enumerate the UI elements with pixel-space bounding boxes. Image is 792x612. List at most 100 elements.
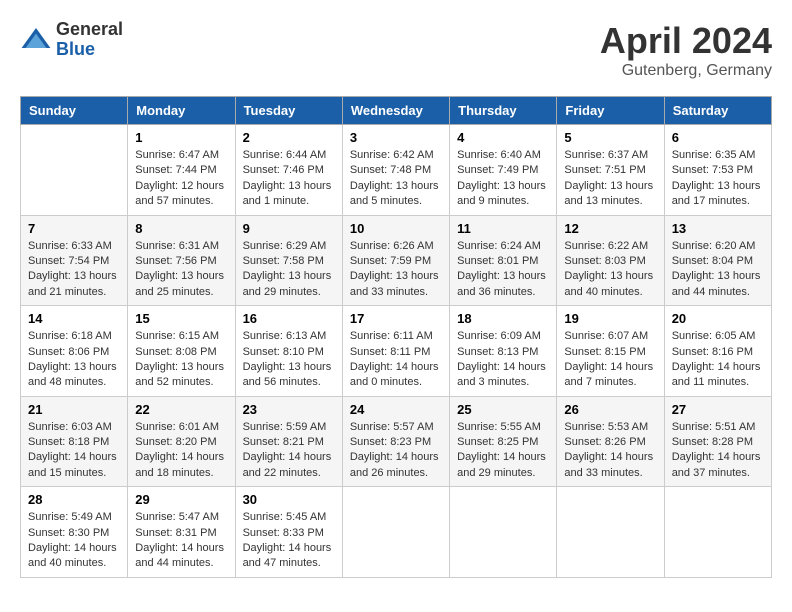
sunset-text: Sunset: 8:20 PM <box>135 435 227 450</box>
day-number: 3 <box>350 130 442 145</box>
calendar-cell <box>557 487 664 578</box>
day-info: Sunrise: 6:33 AM Sunset: 7:54 PM Dayligh… <box>28 239 120 301</box>
day-info: Sunrise: 6:22 AM Sunset: 8:03 PM Dayligh… <box>564 239 656 301</box>
sunset-text: Sunset: 7:51 PM <box>564 163 656 178</box>
calendar-cell: 6 Sunrise: 6:35 AM Sunset: 7:53 PM Dayli… <box>664 125 771 216</box>
calendar-cell <box>21 125 128 216</box>
daylight-text: Daylight: 13 hours and 21 minutes. <box>28 269 120 300</box>
daylight-text: Daylight: 13 hours and 13 minutes. <box>564 179 656 210</box>
day-info: Sunrise: 5:55 AM Sunset: 8:25 PM Dayligh… <box>457 420 549 482</box>
sunrise-text: Sunrise: 5:57 AM <box>350 420 442 435</box>
sunset-text: Sunset: 7:46 PM <box>243 163 335 178</box>
day-number: 12 <box>564 221 656 236</box>
sunset-text: Sunset: 7:53 PM <box>672 163 764 178</box>
calendar-week-row: 7 Sunrise: 6:33 AM Sunset: 7:54 PM Dayli… <box>21 215 772 306</box>
logo-blue: Blue <box>56 40 123 60</box>
daylight-text: Daylight: 13 hours and 1 minute. <box>243 179 335 210</box>
sunset-text: Sunset: 8:11 PM <box>350 345 442 360</box>
day-number: 4 <box>457 130 549 145</box>
sunset-text: Sunset: 8:16 PM <box>672 345 764 360</box>
daylight-text: Daylight: 14 hours and 0 minutes. <box>350 360 442 391</box>
calendar-body: 1 Sunrise: 6:47 AM Sunset: 7:44 PM Dayli… <box>21 125 772 578</box>
daylight-text: Daylight: 13 hours and 5 minutes. <box>350 179 442 210</box>
calendar-cell <box>342 487 449 578</box>
sunrise-text: Sunrise: 6:18 AM <box>28 329 120 344</box>
sunrise-text: Sunrise: 6:15 AM <box>135 329 227 344</box>
calendar-cell: 17 Sunrise: 6:11 AM Sunset: 8:11 PM Dayl… <box>342 306 449 397</box>
sunset-text: Sunset: 8:06 PM <box>28 345 120 360</box>
calendar-cell: 29 Sunrise: 5:47 AM Sunset: 8:31 PM Dayl… <box>128 487 235 578</box>
calendar-cell: 8 Sunrise: 6:31 AM Sunset: 7:56 PM Dayli… <box>128 215 235 306</box>
day-number: 28 <box>28 492 120 507</box>
day-number: 20 <box>672 311 764 326</box>
sunset-text: Sunset: 8:03 PM <box>564 254 656 269</box>
sunset-text: Sunset: 8:23 PM <box>350 435 442 450</box>
daylight-text: Daylight: 14 hours and 40 minutes. <box>28 541 120 572</box>
sunset-text: Sunset: 8:01 PM <box>457 254 549 269</box>
sunset-text: Sunset: 7:54 PM <box>28 254 120 269</box>
calendar-cell: 2 Sunrise: 6:44 AM Sunset: 7:46 PM Dayli… <box>235 125 342 216</box>
daylight-text: Daylight: 13 hours and 33 minutes. <box>350 269 442 300</box>
sunset-text: Sunset: 8:13 PM <box>457 345 549 360</box>
sunrise-text: Sunrise: 6:33 AM <box>28 239 120 254</box>
sunrise-text: Sunrise: 6:13 AM <box>243 329 335 344</box>
day-number: 13 <box>672 221 764 236</box>
day-info: Sunrise: 6:01 AM Sunset: 8:20 PM Dayligh… <box>135 420 227 482</box>
day-info: Sunrise: 6:29 AM Sunset: 7:58 PM Dayligh… <box>243 239 335 301</box>
day-number: 10 <box>350 221 442 236</box>
day-number: 21 <box>28 402 120 417</box>
sunset-text: Sunset: 8:33 PM <box>243 526 335 541</box>
day-info: Sunrise: 6:09 AM Sunset: 8:13 PM Dayligh… <box>457 329 549 391</box>
sunrise-text: Sunrise: 6:11 AM <box>350 329 442 344</box>
sunset-text: Sunset: 8:18 PM <box>28 435 120 450</box>
calendar-cell: 9 Sunrise: 6:29 AM Sunset: 7:58 PM Dayli… <box>235 215 342 306</box>
sunrise-text: Sunrise: 6:47 AM <box>135 148 227 163</box>
calendar-table: SundayMondayTuesdayWednesdayThursdayFrid… <box>20 96 772 578</box>
daylight-text: Daylight: 13 hours and 36 minutes. <box>457 269 549 300</box>
day-info: Sunrise: 6:24 AM Sunset: 8:01 PM Dayligh… <box>457 239 549 301</box>
sunrise-text: Sunrise: 6:40 AM <box>457 148 549 163</box>
calendar-cell: 13 Sunrise: 6:20 AM Sunset: 8:04 PM Dayl… <box>664 215 771 306</box>
calendar-cell: 10 Sunrise: 6:26 AM Sunset: 7:59 PM Dayl… <box>342 215 449 306</box>
sunrise-text: Sunrise: 5:45 AM <box>243 510 335 525</box>
day-number: 14 <box>28 311 120 326</box>
sunset-text: Sunset: 7:56 PM <box>135 254 227 269</box>
day-info: Sunrise: 6:03 AM Sunset: 8:18 PM Dayligh… <box>28 420 120 482</box>
calendar-cell: 24 Sunrise: 5:57 AM Sunset: 8:23 PM Dayl… <box>342 396 449 487</box>
sunset-text: Sunset: 7:48 PM <box>350 163 442 178</box>
day-number: 18 <box>457 311 549 326</box>
day-number: 2 <box>243 130 335 145</box>
day-number: 22 <box>135 402 227 417</box>
day-info: Sunrise: 6:40 AM Sunset: 7:49 PM Dayligh… <box>457 148 549 210</box>
title-block: April 2024 Gutenberg, Germany <box>600 20 772 80</box>
sunrise-text: Sunrise: 6:44 AM <box>243 148 335 163</box>
day-info: Sunrise: 5:49 AM Sunset: 8:30 PM Dayligh… <box>28 510 120 572</box>
day-number: 30 <box>243 492 335 507</box>
sunrise-text: Sunrise: 5:51 AM <box>672 420 764 435</box>
calendar-day-header: Monday <box>128 97 235 125</box>
day-number: 6 <box>672 130 764 145</box>
daylight-text: Daylight: 13 hours and 17 minutes. <box>672 179 764 210</box>
calendar-cell: 18 Sunrise: 6:09 AM Sunset: 8:13 PM Dayl… <box>450 306 557 397</box>
day-number: 15 <box>135 311 227 326</box>
sunrise-text: Sunrise: 6:37 AM <box>564 148 656 163</box>
day-info: Sunrise: 5:45 AM Sunset: 8:33 PM Dayligh… <box>243 510 335 572</box>
day-number: 27 <box>672 402 764 417</box>
daylight-text: Daylight: 13 hours and 44 minutes. <box>672 269 764 300</box>
calendar-day-header: Sunday <box>21 97 128 125</box>
day-info: Sunrise: 6:44 AM Sunset: 7:46 PM Dayligh… <box>243 148 335 210</box>
sunset-text: Sunset: 7:44 PM <box>135 163 227 178</box>
daylight-text: Daylight: 14 hours and 11 minutes. <box>672 360 764 391</box>
day-number: 29 <box>135 492 227 507</box>
calendar-day-header: Thursday <box>450 97 557 125</box>
day-info: Sunrise: 6:13 AM Sunset: 8:10 PM Dayligh… <box>243 329 335 391</box>
sunrise-text: Sunrise: 6:05 AM <box>672 329 764 344</box>
sunset-text: Sunset: 8:31 PM <box>135 526 227 541</box>
calendar-cell: 15 Sunrise: 6:15 AM Sunset: 8:08 PM Dayl… <box>128 306 235 397</box>
day-info: Sunrise: 6:05 AM Sunset: 8:16 PM Dayligh… <box>672 329 764 391</box>
daylight-text: Daylight: 13 hours and 25 minutes. <box>135 269 227 300</box>
calendar-cell: 14 Sunrise: 6:18 AM Sunset: 8:06 PM Dayl… <box>21 306 128 397</box>
daylight-text: Daylight: 13 hours and 56 minutes. <box>243 360 335 391</box>
daylight-text: Daylight: 14 hours and 44 minutes. <box>135 541 227 572</box>
sunset-text: Sunset: 7:59 PM <box>350 254 442 269</box>
